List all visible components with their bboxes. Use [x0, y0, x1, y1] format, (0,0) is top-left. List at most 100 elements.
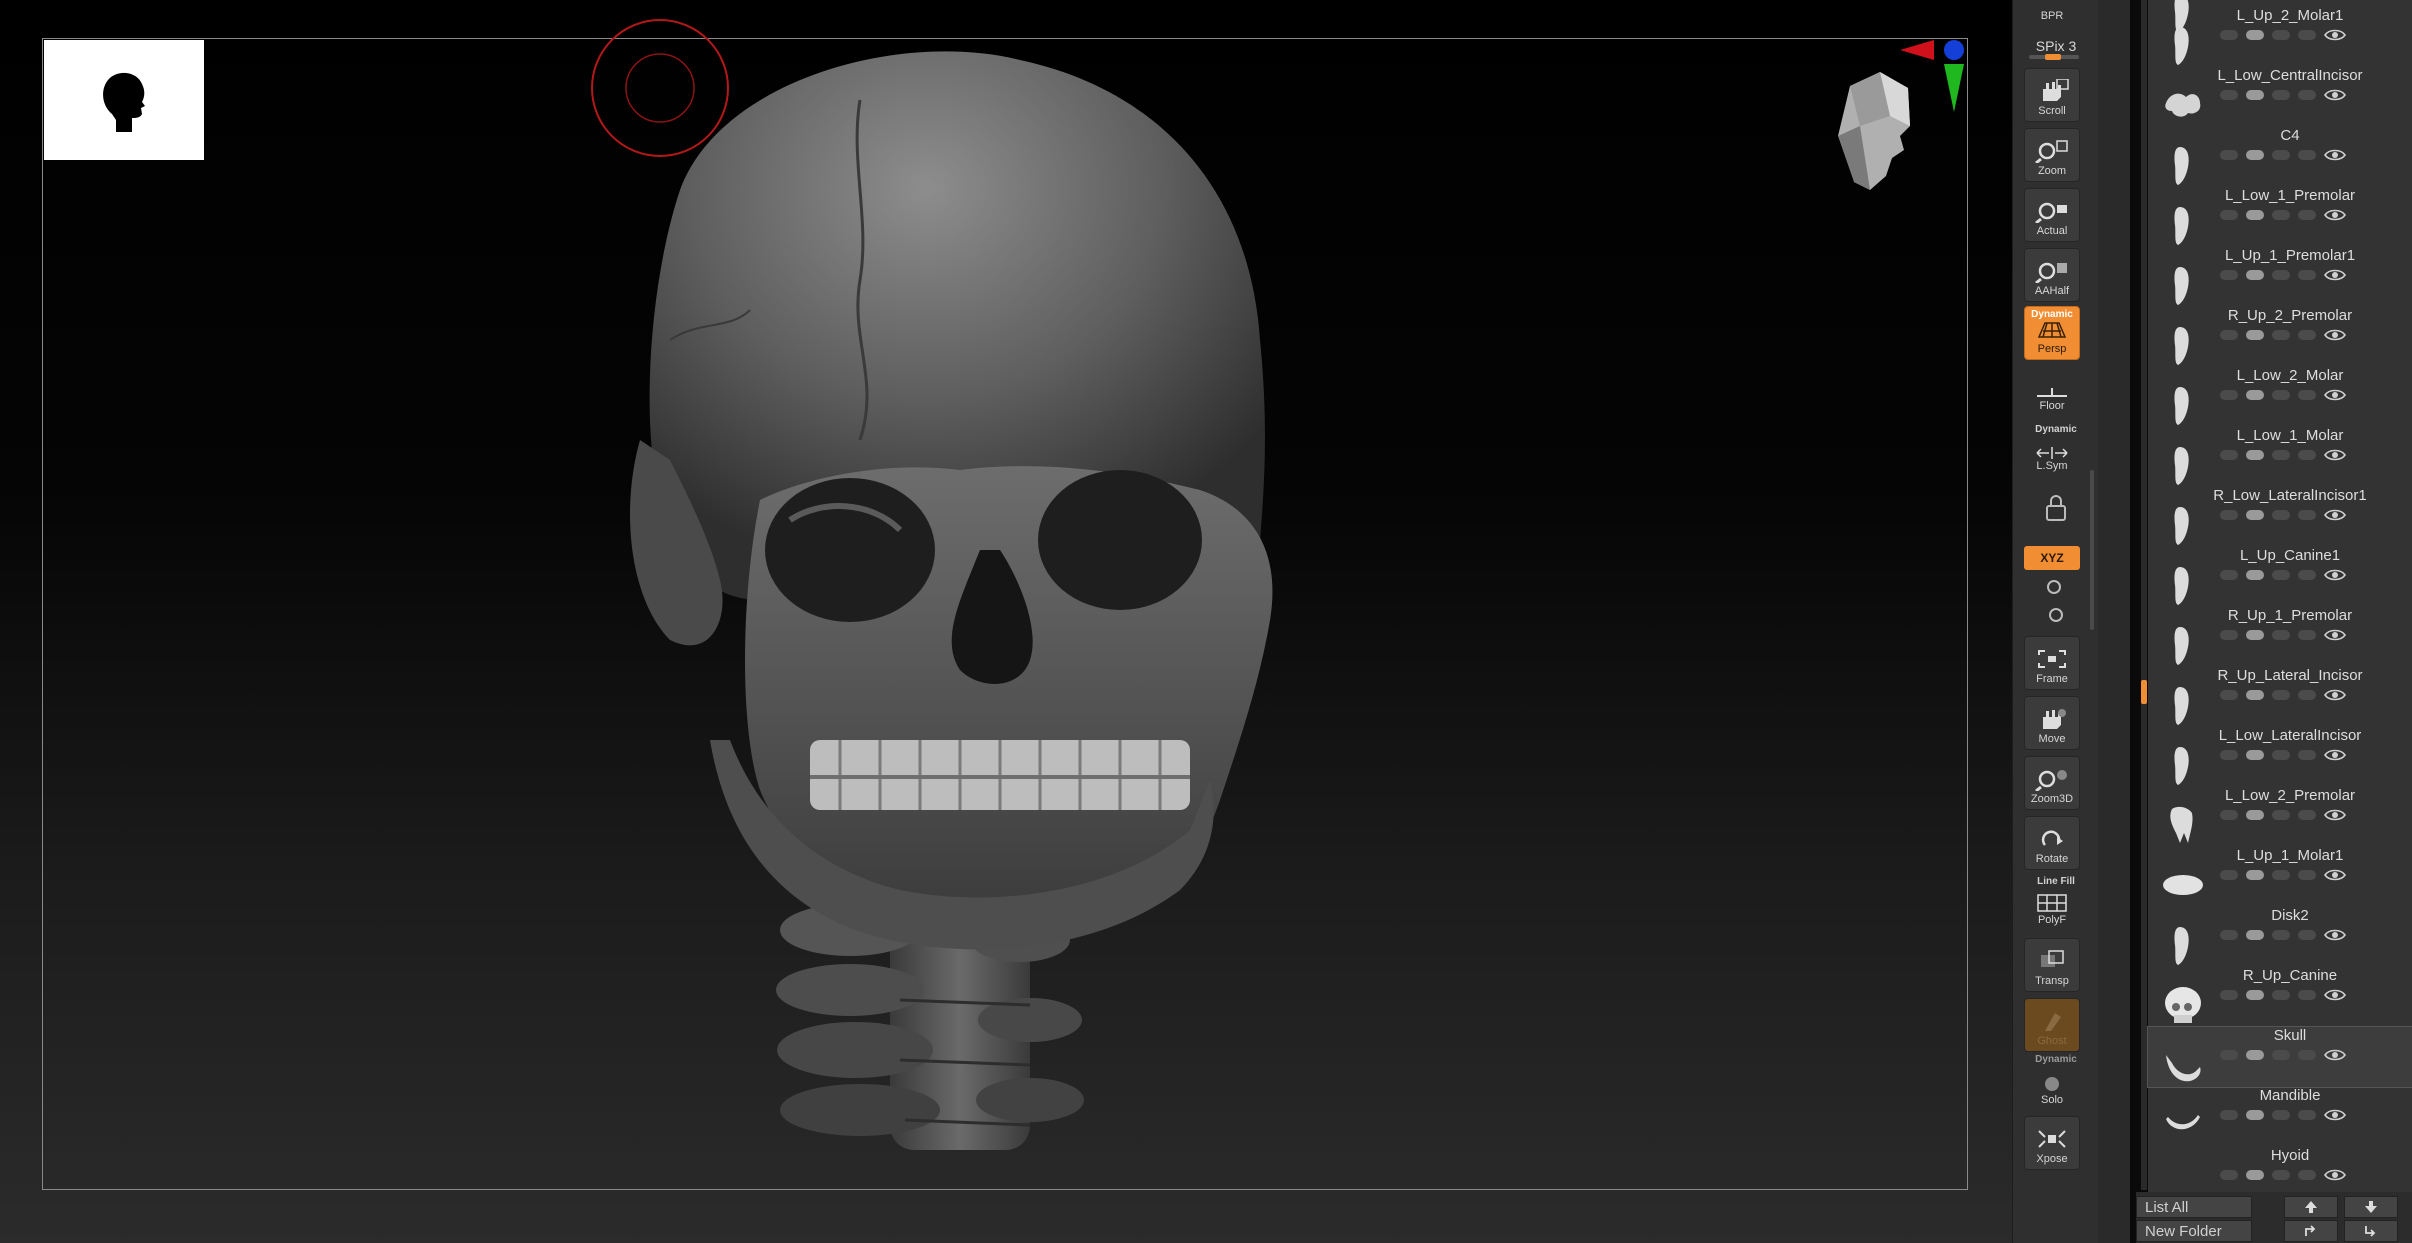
visibility-eye-icon[interactable]: [2324, 748, 2346, 762]
folder-action-2-button[interactable]: [2344, 1220, 2398, 1242]
subtool-toggle-a[interactable]: [2220, 1170, 2238, 1180]
subtool-toggle-b[interactable]: [2246, 510, 2264, 520]
tray-divider-handle[interactable]: [2090, 470, 2094, 630]
subtool-toggle-d[interactable]: [2298, 630, 2316, 640]
subtool-toggle-a[interactable]: [2220, 150, 2238, 160]
bpr-button[interactable]: BPR: [2024, 0, 2080, 22]
subtool-toggle-d[interactable]: [2298, 1110, 2316, 1120]
subtool-toggle-a[interactable]: [2220, 450, 2238, 460]
subtool-toggle-d[interactable]: [2298, 570, 2316, 580]
subtool-toggle-b[interactable]: [2246, 570, 2264, 580]
visibility-eye-icon[interactable]: [2324, 928, 2346, 942]
frame-button[interactable]: Frame: [2024, 636, 2080, 690]
rotate-button[interactable]: Rotate: [2024, 816, 2080, 870]
subtool-toggle-c[interactable]: [2272, 690, 2290, 700]
subtool-scrollbar[interactable]: [2141, 0, 2147, 1190]
visibility-eye-icon[interactable]: [2324, 508, 2346, 522]
subtool-toggle-b[interactable]: [2246, 30, 2264, 40]
subtool-toggle-c[interactable]: [2272, 510, 2290, 520]
rotate-y-icon[interactable]: [2043, 576, 2065, 598]
move-button[interactable]: Move: [2024, 696, 2080, 750]
list-all-button[interactable]: List All: [2136, 1196, 2252, 1218]
visibility-eye-icon[interactable]: [2324, 148, 2346, 162]
subtool-toggle-c[interactable]: [2272, 330, 2290, 340]
subtool-toggle-c[interactable]: [2272, 1110, 2290, 1120]
subtool-toggle-a[interactable]: [2220, 90, 2238, 100]
axis-gizmo-icon[interactable]: [1890, 36, 1970, 116]
subtool-toggle-b[interactable]: [2246, 270, 2264, 280]
subtool-toggle-c[interactable]: [2272, 210, 2290, 220]
subtool-toggle-c[interactable]: [2272, 30, 2290, 40]
subtool-toggle-b[interactable]: [2246, 930, 2264, 940]
subtool-toggle-c[interactable]: [2272, 270, 2290, 280]
spix-label[interactable]: SPix 3: [2013, 38, 2099, 54]
visibility-eye-icon[interactable]: [2324, 628, 2346, 642]
subtool-toggle-a[interactable]: [2220, 990, 2238, 1000]
subtool-toggle-d[interactable]: [2298, 30, 2316, 40]
visibility-eye-icon[interactable]: [2324, 448, 2346, 462]
lock-icon[interactable]: [2043, 494, 2069, 524]
subtool-toggle-d[interactable]: [2298, 690, 2316, 700]
subtool-toggle-a[interactable]: [2220, 570, 2238, 580]
subtool-toggle-b[interactable]: [2246, 810, 2264, 820]
folder-action-button[interactable]: [2284, 1220, 2338, 1242]
subtool-toggle-c[interactable]: [2272, 930, 2290, 940]
zoom-button[interactable]: Zoom: [2024, 128, 2080, 182]
subtool-toggle-c[interactable]: [2272, 630, 2290, 640]
visibility-eye-icon[interactable]: [2324, 1168, 2346, 1182]
ghost-button[interactable]: Ghost: [2024, 998, 2080, 1052]
subtool-toggle-c[interactable]: [2272, 750, 2290, 760]
visibility-eye-icon[interactable]: [2324, 868, 2346, 882]
subtool-toggle-b[interactable]: [2246, 210, 2264, 220]
scroll-button[interactable]: Scroll: [2024, 68, 2080, 122]
subtool-toggle-b[interactable]: [2246, 1050, 2264, 1060]
subtool-toggle-a[interactable]: [2220, 510, 2238, 520]
subtool-toggle-c[interactable]: [2272, 870, 2290, 880]
rotate-z-icon[interactable]: [2045, 604, 2067, 626]
actual-button[interactable]: Actual: [2024, 188, 2080, 242]
subtool-toggle-d[interactable]: [2298, 450, 2316, 460]
subtool-toggle-a[interactable]: [2220, 810, 2238, 820]
subtool-toggle-d[interactable]: [2298, 1170, 2316, 1180]
polyf-button[interactable]: PolyF: [2024, 886, 2080, 926]
move-up-button[interactable]: [2284, 1196, 2338, 1218]
subtool-toggle-c[interactable]: [2272, 990, 2290, 1000]
spix-slider[interactable]: [2029, 54, 2079, 60]
subtool-toggle-a[interactable]: [2220, 390, 2238, 400]
subtool-toggle-b[interactable]: [2246, 1110, 2264, 1120]
subtool-toggle-c[interactable]: [2272, 150, 2290, 160]
subtool-toggle-a[interactable]: [2220, 210, 2238, 220]
subtool-toggle-d[interactable]: [2298, 210, 2316, 220]
visibility-eye-icon[interactable]: [2324, 268, 2346, 282]
subtool-toggle-d[interactable]: [2298, 90, 2316, 100]
subtool-toggle-b[interactable]: [2246, 390, 2264, 400]
visibility-eye-icon[interactable]: [2324, 388, 2346, 402]
lsym-button[interactable]: L.Sym: [2024, 436, 2080, 472]
visibility-eye-icon[interactable]: [2324, 88, 2346, 102]
subtool-toggle-d[interactable]: [2298, 990, 2316, 1000]
visibility-eye-icon[interactable]: [2324, 328, 2346, 342]
subtool-toggle-c[interactable]: [2272, 1170, 2290, 1180]
subtool-toggle-c[interactable]: [2272, 570, 2290, 580]
aahalf-button[interactable]: AAHalf: [2024, 248, 2080, 302]
subtool-toggle-b[interactable]: [2246, 150, 2264, 160]
subtool-toggle-b[interactable]: [2246, 90, 2264, 100]
subtool-toggle-d[interactable]: [2298, 150, 2316, 160]
new-folder-button[interactable]: New Folder: [2136, 1220, 2252, 1242]
subtool-toggle-b[interactable]: [2246, 690, 2264, 700]
visibility-eye-icon[interactable]: [2324, 208, 2346, 222]
move-down-button[interactable]: [2344, 1196, 2398, 1218]
subtool-toggle-c[interactable]: [2272, 450, 2290, 460]
xpose-button[interactable]: Xpose: [2024, 1116, 2080, 1170]
subtool-toggle-a[interactable]: [2220, 330, 2238, 340]
subtool-toggle-a[interactable]: [2220, 690, 2238, 700]
navigator-thumbnail[interactable]: [44, 40, 204, 160]
persp-button[interactable]: Dynamic Persp: [2024, 306, 2080, 360]
subtool-toggle-c[interactable]: [2272, 1050, 2290, 1060]
document-viewport[interactable]: [0, 0, 2012, 1243]
subtool-toggle-d[interactable]: [2298, 870, 2316, 880]
subtool-toggle-a[interactable]: [2220, 1110, 2238, 1120]
xyz-button[interactable]: XYZ: [2024, 546, 2080, 570]
subtool-scroll-thumb[interactable]: [2141, 680, 2147, 704]
subtool-toggle-a[interactable]: [2220, 870, 2238, 880]
